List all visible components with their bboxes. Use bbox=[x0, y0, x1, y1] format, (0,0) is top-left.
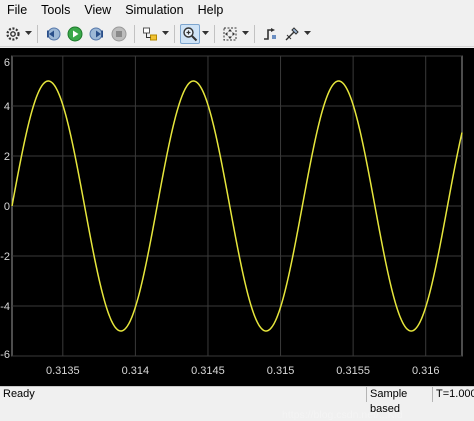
toolbar-separator bbox=[174, 24, 175, 43]
menu-view[interactable]: View bbox=[77, 0, 118, 21]
y-tick-label: 0 bbox=[4, 201, 10, 213]
status-text: Ready bbox=[3, 388, 35, 400]
status-bar: Ready Sample based T=1.000 bbox=[0, 386, 474, 415]
scope-plot: 0.3135 0.314 0.3145 0.315 0.3155 0.316 -6 -4 -2 0… bbox=[0, 55, 463, 377]
triggers-icon bbox=[264, 27, 276, 40]
highlight-block-icon bbox=[143, 27, 157, 40]
toolbar-separator bbox=[37, 24, 38, 43]
toolbar-separator bbox=[214, 24, 215, 43]
run-button[interactable] bbox=[65, 24, 85, 44]
run-icon bbox=[67, 26, 83, 41]
fit-view-icon bbox=[223, 27, 237, 40]
triggers-button[interactable] bbox=[260, 24, 280, 44]
x-tick-label: 0.315 bbox=[267, 365, 295, 377]
settings-dropdown[interactable] bbox=[24, 24, 33, 44]
step-back-icon bbox=[47, 27, 61, 40]
chevron-down-icon bbox=[162, 31, 169, 35]
menu-simulation[interactable]: Simulation bbox=[118, 0, 190, 21]
chevron-down-icon bbox=[304, 31, 311, 35]
menu-bar: File Tools View Simulation Help bbox=[0, 0, 474, 21]
chevron-down-icon bbox=[242, 31, 249, 35]
stop-icon bbox=[111, 26, 127, 41]
y-tick-label: -6 bbox=[0, 349, 10, 361]
menu-tools[interactable]: Tools bbox=[34, 0, 77, 21]
menu-help[interactable]: Help bbox=[191, 0, 231, 21]
x-tick-label: 0.3145 bbox=[191, 365, 225, 377]
y-tick-label: -2 bbox=[0, 251, 10, 263]
toolbar bbox=[0, 21, 474, 47]
highlight-block-button[interactable] bbox=[140, 24, 160, 44]
fit-view-button[interactable] bbox=[220, 24, 240, 44]
x-tick-label: 0.316 bbox=[412, 365, 440, 377]
y-tick-label: -4 bbox=[0, 301, 10, 313]
highlight-dropdown[interactable] bbox=[161, 24, 170, 44]
scope-plot-area[interactable]: 0.3135 0.314 0.3145 0.315 0.3155 0.316 -6 -4 -2 0… bbox=[0, 48, 474, 421]
measurements-dropdown[interactable] bbox=[303, 24, 312, 44]
cursor-measurements-icon bbox=[285, 26, 299, 40]
step-forward-icon bbox=[89, 27, 103, 40]
chevron-down-icon bbox=[25, 31, 32, 35]
y-tick-label: 6 bbox=[4, 57, 10, 69]
x-tick-label: 0.314 bbox=[122, 365, 150, 377]
menu-file[interactable]: File bbox=[0, 0, 34, 21]
step-forward-button[interactable] bbox=[87, 24, 107, 44]
zoom-button[interactable] bbox=[180, 23, 200, 44]
settings-icon bbox=[6, 26, 20, 41]
fit-view-dropdown[interactable] bbox=[241, 24, 250, 44]
toolbar-separator bbox=[254, 24, 255, 43]
stop-button[interactable] bbox=[109, 24, 129, 44]
x-tick-label: 0.3155 bbox=[336, 365, 370, 377]
step-back-button[interactable] bbox=[43, 24, 63, 44]
x-tick-label: 0.3135 bbox=[46, 365, 80, 377]
y-tick-label: 2 bbox=[4, 151, 10, 163]
chevron-down-icon bbox=[202, 31, 209, 35]
zoom-dropdown[interactable] bbox=[201, 24, 210, 44]
cursor-measurements-button[interactable] bbox=[282, 24, 302, 44]
settings-button[interactable] bbox=[3, 24, 23, 44]
simulation-time-label: T=1.000 bbox=[432, 387, 474, 402]
y-tick-label: 4 bbox=[4, 101, 10, 113]
sample-mode-label: Sample based bbox=[366, 387, 432, 415]
zoom-icon bbox=[183, 26, 198, 41]
toolbar-separator bbox=[134, 24, 135, 43]
